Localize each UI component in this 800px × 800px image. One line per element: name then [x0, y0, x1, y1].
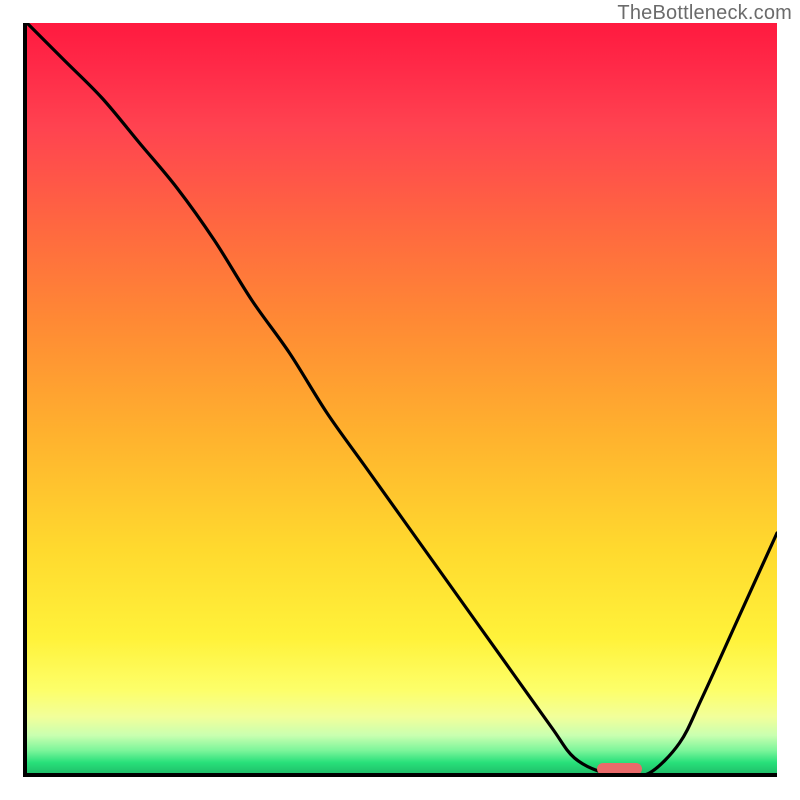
bottleneck-curve	[27, 23, 777, 773]
optimal-range-marker	[597, 763, 642, 775]
plot-area	[23, 23, 777, 777]
chart-container: TheBottleneck.com	[0, 0, 800, 800]
watermark-text: TheBottleneck.com	[617, 2, 792, 25]
